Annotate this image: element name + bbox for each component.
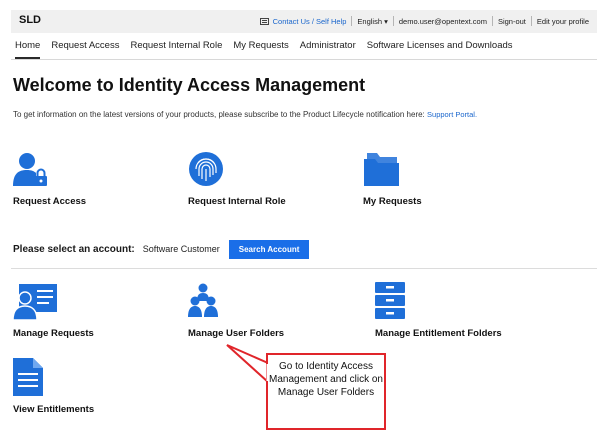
divider: [392, 16, 394, 26]
nav-administrator[interactable]: Administrator: [300, 40, 356, 59]
tile-label: Request Access: [13, 196, 87, 207]
nav-request-access[interactable]: Request Access: [51, 40, 119, 59]
tile-label: Request Internal Role: [188, 196, 286, 207]
fingerprint-icon: [189, 152, 223, 186]
folder-icon: [364, 153, 399, 186]
tile-request-internal-role[interactable]: Request Internal Role: [188, 151, 318, 211]
nav-my-requests[interactable]: My Requests: [233, 40, 288, 59]
tile-request-access[interactable]: Request Access: [13, 151, 133, 211]
tile-manage-requests[interactable]: Manage Requests: [13, 282, 123, 342]
top-links: Contact Us / Self Help English ▾ demo.us…: [259, 16, 589, 26]
nav-software-licenses[interactable]: Software Licenses and Downloads: [367, 40, 513, 59]
tile-label: My Requests: [363, 196, 422, 207]
tile-manage-entitlement-folders[interactable]: Manage Entitlement Folders: [375, 282, 525, 342]
top-bar: SLD Contact Us / Self Help English ▾ dem…: [11, 10, 597, 33]
support-portal-link[interactable]: Support Portal.: [427, 110, 477, 119]
tile-label: Manage Entitlement Folders: [375, 328, 502, 339]
user-group-icon: [188, 283, 218, 317]
page-title: Welcome to Identity Access Management: [13, 75, 366, 95]
app-logo[interactable]: SLD: [19, 14, 41, 26]
account-select-row: Please select an account: Software Custo…: [13, 238, 310, 260]
contact-link[interactable]: Contact Us / Self Help: [273, 17, 347, 26]
user-email: demo.user@opentext.com: [398, 16, 487, 26]
language-dropdown[interactable]: English ▾: [357, 17, 387, 26]
search-account-button[interactable]: Search Account: [228, 239, 310, 259]
user-lock-icon: [13, 153, 47, 186]
tile-label: Manage Requests: [13, 328, 94, 339]
callout-text: Go to Identity Access Management and cli…: [269, 361, 383, 398]
main-nav: Home Request Access Request Internal Rol…: [15, 40, 524, 59]
tile-manage-user-folders[interactable]: Manage User Folders: [188, 282, 308, 342]
instruction-callout: Go to Identity Access Management and cli…: [266, 353, 386, 430]
manage-requests-icon: [13, 284, 57, 320]
nav-home[interactable]: Home: [15, 40, 41, 59]
divider: [491, 16, 493, 26]
account-value[interactable]: Software Customer: [143, 244, 220, 254]
nav-request-internal-role[interactable]: Request Internal Role: [130, 40, 222, 59]
divider: [530, 16, 532, 26]
tile-view-entitlements[interactable]: View Entitlements: [13, 358, 123, 418]
message-icon[interactable]: [259, 17, 269, 25]
section-divider: [11, 268, 597, 269]
info-text: To get information on the latest version…: [13, 110, 477, 119]
filing-cabinet-icon: [375, 282, 405, 319]
edit-profile-link[interactable]: Edit your profile: [537, 17, 589, 26]
document-icon: [13, 358, 43, 396]
nav-divider: [11, 59, 597, 60]
tile-label: View Entitlements: [13, 404, 95, 415]
info-sentence: To get information on the latest version…: [13, 110, 425, 119]
tile-label: Manage User Folders: [188, 328, 285, 339]
divider: [351, 16, 353, 26]
tile-my-requests[interactable]: My Requests: [363, 151, 463, 211]
account-prompt: Please select an account:: [13, 243, 135, 255]
signout-link[interactable]: Sign-out: [498, 17, 526, 26]
